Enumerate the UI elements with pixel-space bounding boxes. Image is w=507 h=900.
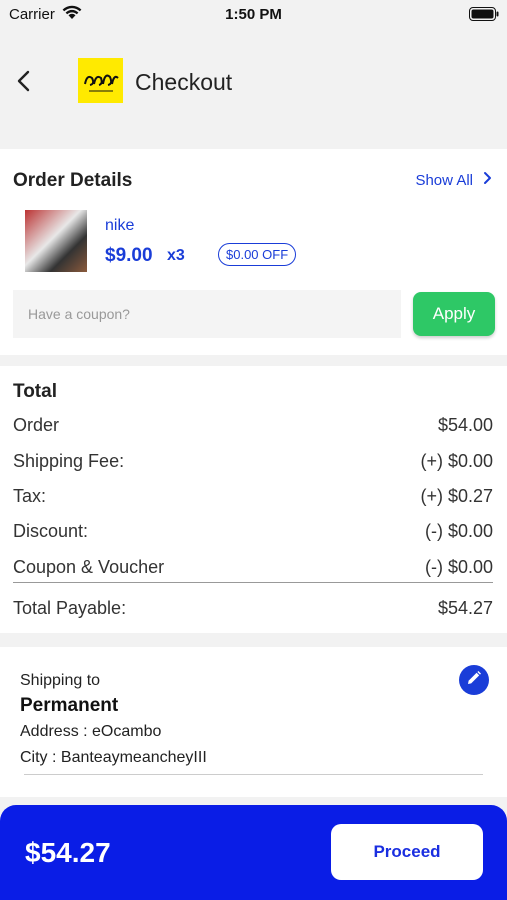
- total-row-label: Shipping Fee:: [13, 451, 125, 471]
- shipping-label: Shipping to: [20, 672, 101, 689]
- store-logo-icon: [78, 58, 123, 103]
- total-payable-value: $54.27: [437, 598, 493, 618]
- show-all-link[interactable]: Show All: [415, 171, 493, 189]
- total-row-value: (+) $0.27: [420, 486, 493, 506]
- pencil-icon: [466, 670, 482, 691]
- total-row-label: Coupon & Voucher: [13, 557, 165, 577]
- total-row-value: (-) $0.00: [424, 557, 493, 577]
- coupon-input[interactable]: [13, 290, 401, 338]
- shipping-name: Permanent: [20, 695, 119, 716]
- proceed-button[interactable]: Proceed: [331, 824, 483, 880]
- divider: [13, 582, 493, 583]
- product-price: $9.00: [105, 245, 153, 266]
- edit-address-button[interactable]: [459, 665, 489, 695]
- divider: [24, 774, 483, 775]
- discount-badge: $0.00 OFF: [218, 243, 297, 266]
- order-details-card: Order Details Show All nike $9.00 x3 $0.…: [0, 149, 507, 355]
- total-row-value: $54.00: [437, 415, 493, 435]
- status-time: 1:50 PM: [225, 6, 282, 23]
- total-row-label: Order: [13, 415, 60, 435]
- page-title: Checkout: [135, 69, 233, 95]
- total-row-label: Tax:: [13, 486, 47, 506]
- total-row-value: (+) $0.00: [420, 451, 493, 471]
- checkout-total: $54.27: [25, 837, 111, 868]
- nav-bar: Checkout: [0, 28, 507, 146]
- total-row-coupon: Coupon & Voucher (-) $0.00: [13, 557, 493, 578]
- apply-coupon-button[interactable]: Apply: [413, 292, 495, 336]
- show-all-label: Show All: [415, 171, 473, 189]
- product-image[interactable]: [25, 210, 87, 272]
- chevron-right-icon: [483, 171, 493, 189]
- order-details-title: Order Details: [13, 170, 133, 191]
- product-name[interactable]: nike: [105, 217, 134, 235]
- total-row-order: Order $54.00: [13, 415, 493, 436]
- total-row-discount: Discount: (-) $0.00: [13, 521, 493, 542]
- total-row-value: (-) $0.00: [424, 521, 493, 541]
- total-title: Total: [13, 381, 57, 402]
- shipping-city: City : BanteaymeancheyIII: [20, 749, 207, 766]
- back-arrow-icon[interactable]: [14, 68, 36, 94]
- total-payable-label: Total Payable:: [13, 598, 127, 618]
- total-payable-row: Total Payable: $54.27: [13, 598, 493, 619]
- total-row-tax: Tax: (+) $0.27: [13, 486, 493, 507]
- total-row-label: Discount:: [13, 521, 89, 541]
- product-quantity: x3: [167, 247, 185, 264]
- shipping-address: Address : eOcambo: [20, 723, 162, 740]
- total-card: Total Order $54.00 Shipping Fee: (+) $0.…: [0, 366, 507, 633]
- battery-icon: [469, 7, 499, 26]
- checkout-bar: $54.27 Proceed: [0, 805, 507, 900]
- shipping-card: Shipping to Permanent Address : eOcambo …: [0, 647, 507, 797]
- status-bar: Carrier 1:50 PM: [0, 0, 507, 28]
- total-row-shipping: Shipping Fee: (+) $0.00: [13, 451, 493, 472]
